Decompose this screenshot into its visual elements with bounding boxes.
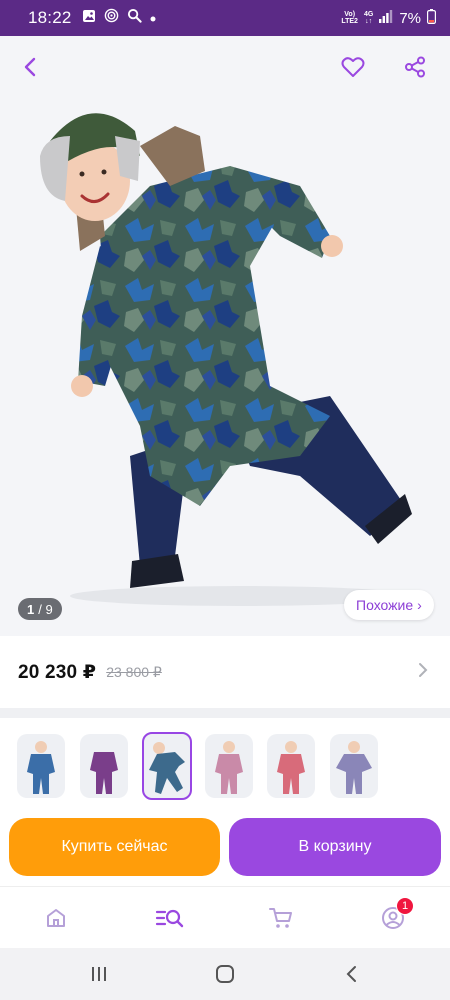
signal-icon [379,9,393,27]
system-back-button[interactable] [339,962,363,986]
battery-icon [427,8,437,28]
variant-thumb[interactable] [267,734,315,798]
section-divider [0,708,450,718]
similar-products-button[interactable]: Похожие › [344,590,434,620]
catalog-search-icon [155,909,184,928]
back-button[interactable] [14,50,48,84]
target-icon [104,8,119,28]
product-image-gallery[interactable]: 1 / 9 Похожие › [0,36,450,636]
chevron-left-icon [24,57,36,77]
old-price: 23 800 ₽ [106,663,162,680]
buy-now-button[interactable]: Купить сейчас [9,818,220,876]
search-icon [127,8,142,28]
system-navigation-bar [0,948,450,1000]
add-to-cart-button[interactable]: В корзину [229,818,441,876]
screen: 18:22 Vo) LTE2 4G ↓↑ 7% 1 / 9 Похожие › … [0,0,450,1000]
favorite-button[interactable] [336,50,370,84]
gallery-icon [82,9,96,28]
volte-indicator: Vo) LTE2 [341,11,358,25]
variant-thumb[interactable] [330,734,378,798]
variant-thumb[interactable] [80,734,128,798]
image-top-actions [0,36,450,100]
home-button[interactable] [213,962,237,986]
purchase-actions: Купить сейчас В корзину [0,810,450,886]
variant-thumb-selected[interactable] [142,732,192,800]
status-time: 18:22 [28,8,72,27]
recent-apps-icon [92,967,106,981]
chevron-right-icon [418,662,428,683]
nav-cart[interactable] [266,903,296,933]
chevron-right-icon: › [417,597,422,613]
status-right: Vo) LTE2 4G ↓↑ 7% [341,8,437,28]
recent-apps-button[interactable] [87,962,111,986]
data-indicator: 4G ↓↑ [363,11,374,25]
home-icon [47,909,65,927]
image-counter: 1 / 9 [18,598,62,620]
back-arrow-icon [346,966,356,982]
price-row[interactable]: 20 230 ₽ 23 800 ₽ [0,636,450,708]
cart-icon [269,908,292,928]
variant-thumb[interactable] [205,734,253,798]
current-price: 20 230 ₽ [18,661,97,683]
share-icon [405,56,425,78]
variant-thumb[interactable] [17,734,65,798]
bottom-navigation: 1 [0,886,450,948]
heart-icon [341,57,365,77]
status-bar: 18:22 Vo) LTE2 4G ↓↑ 7% [0,0,450,36]
home-square-icon [216,965,234,983]
battery-percent: 7% [399,9,421,27]
dot-icon [150,9,156,27]
nav-catalog[interactable] [153,903,187,933]
profile-notification-badge: 1 [396,897,414,915]
share-button[interactable] [398,50,432,84]
status-notification-icons [82,8,156,28]
variant-selector [0,718,450,810]
product-photo [0,36,450,636]
nav-home[interactable] [41,903,71,933]
